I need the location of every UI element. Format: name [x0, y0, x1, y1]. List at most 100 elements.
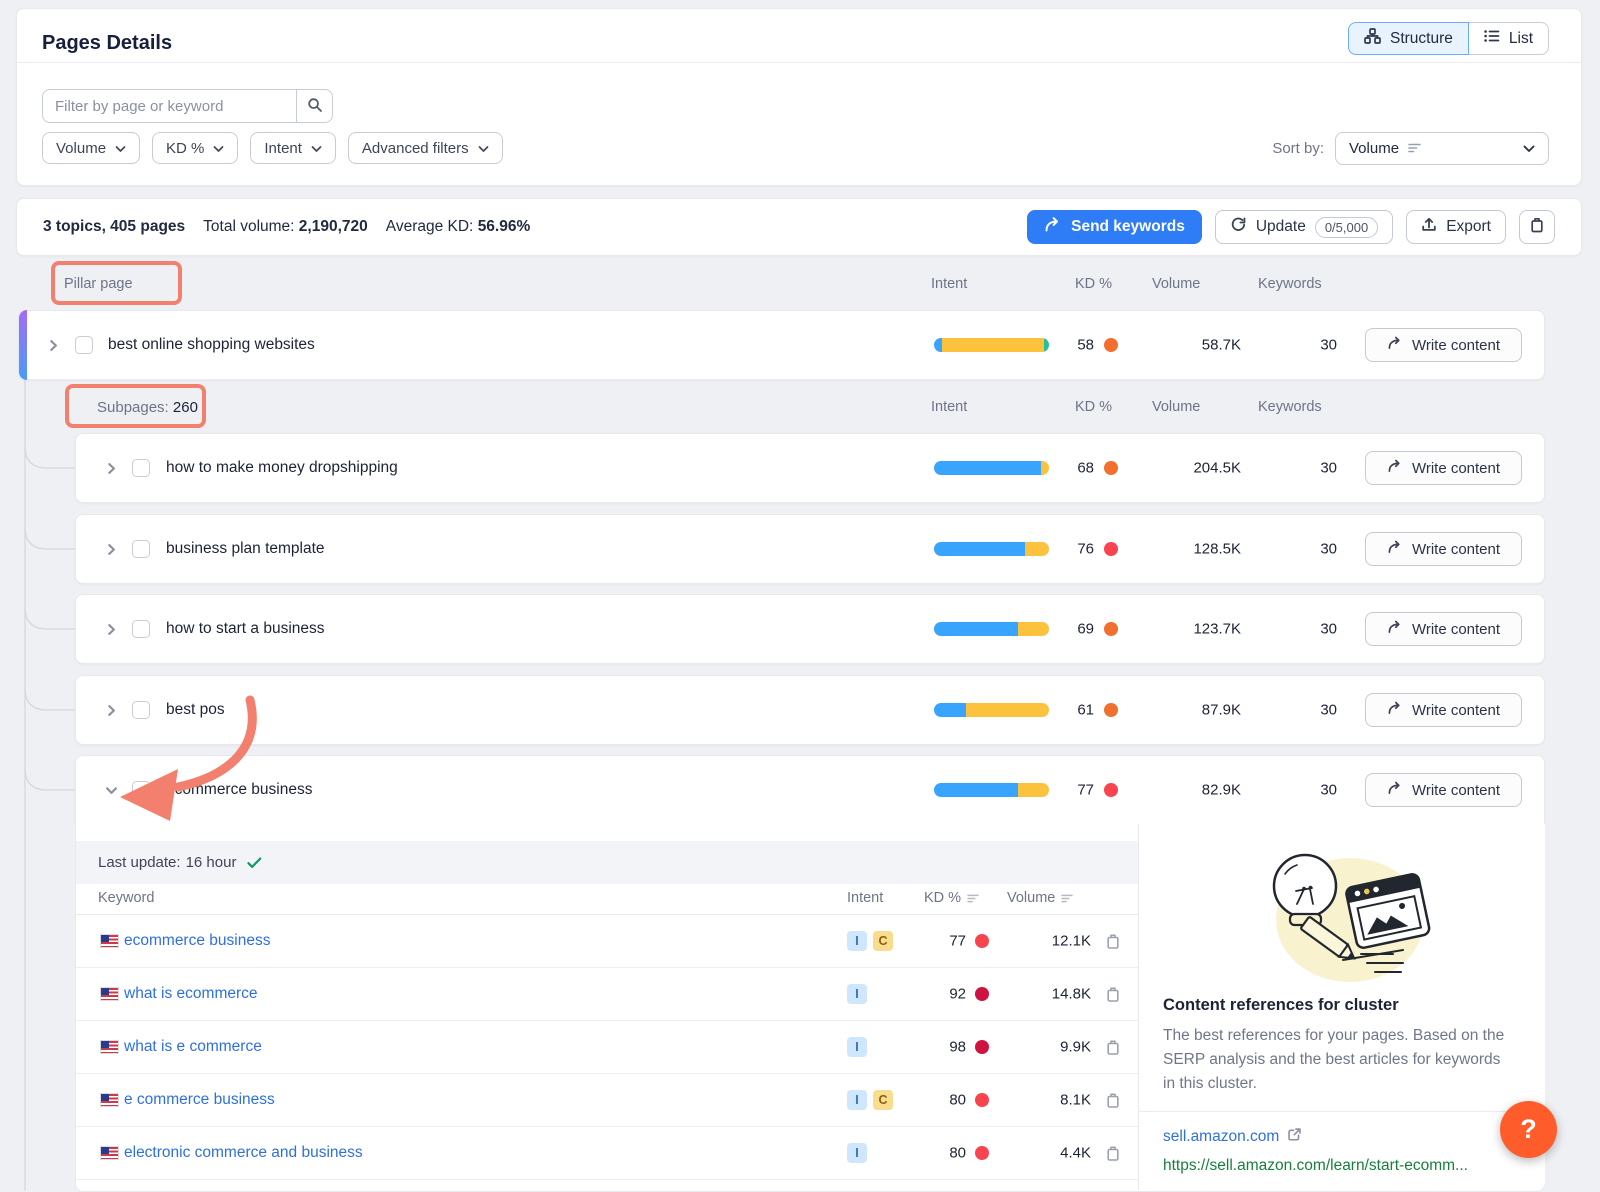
- divider: [1139, 1111, 1545, 1112]
- reference-domain-link[interactable]: sell.amazon.com: [1163, 1127, 1302, 1147]
- intent-column-header: Intent: [931, 276, 967, 292]
- last-update-bar: Last update: 16 hour: [76, 841, 1138, 884]
- keyword-link[interactable]: what is e commerce: [124, 1038, 262, 1056]
- content-references-illustration: [1233, 842, 1453, 987]
- keyword-row: what is e commerce I 98 9.9K: [76, 1021, 1138, 1074]
- search-button[interactable]: [296, 89, 333, 123]
- reference-url[interactable]: https://sell.amazon.com/learn/start-ecom…: [1163, 1157, 1535, 1175]
- keyword-row: e commerce business IC 80 8.1K: [76, 1074, 1138, 1127]
- keyword-link[interactable]: what is ecommerce: [124, 985, 258, 1003]
- update-button[interactable]: Update 0/5,000: [1215, 210, 1393, 244]
- chevron-right-icon[interactable]: [104, 703, 118, 717]
- keyword-link[interactable]: ecommerce business: [124, 932, 270, 950]
- kd-value: 69: [1022, 621, 1094, 638]
- summary-bar: 3 topics, 405 pages Total volume: 2,190,…: [16, 198, 1582, 256]
- view-toggle: Structure List: [1348, 22, 1549, 55]
- question-mark-icon: ?: [1520, 1114, 1537, 1145]
- kd-filter-dropdown[interactable]: KD %: [152, 132, 238, 164]
- check-icon: [247, 857, 262, 869]
- subpage-row-expanded[interactable]: ecommerce business 77 82.9K 30 Write con…: [75, 755, 1545, 825]
- chevron-right-icon[interactable]: [46, 338, 60, 352]
- keywords-count: 30: [1259, 541, 1337, 558]
- list-view-button[interactable]: List: [1468, 22, 1549, 55]
- structure-icon: [1364, 28, 1381, 49]
- volume-filter-dropdown[interactable]: Volume: [42, 132, 140, 164]
- pillar-page-row[interactable]: best online shopping websites 58 58.7K 3…: [18, 310, 1545, 380]
- chevron-down-icon: [213, 140, 224, 157]
- chevron-right-icon[interactable]: [104, 461, 118, 475]
- kd-dot: [1104, 542, 1118, 556]
- trash-icon[interactable]: [1105, 1039, 1121, 1056]
- us-flag-icon: [101, 935, 118, 947]
- kd-dot: [1104, 338, 1118, 352]
- write-content-button[interactable]: Write content: [1365, 612, 1522, 646]
- write-content-label: Write content: [1412, 460, 1500, 477]
- write-arrow-icon: [1387, 540, 1403, 558]
- intent-filter-dropdown[interactable]: Intent: [250, 132, 336, 164]
- keyword-row: electronic commerce and business I 80 4.…: [76, 1127, 1138, 1180]
- cluster-details-panel: Last update: 16 hour Keyword Intent KD %…: [75, 824, 1545, 1192]
- chevron-down-icon: [1523, 140, 1535, 157]
- write-content-button[interactable]: Write content: [1365, 451, 1522, 485]
- sort-by-select[interactable]: Volume: [1335, 132, 1549, 165]
- write-arrow-icon: [1387, 781, 1403, 799]
- row-checkbox[interactable]: [132, 620, 150, 638]
- chevron-right-icon[interactable]: [104, 542, 118, 556]
- structure-view-button[interactable]: Structure: [1348, 22, 1469, 55]
- us-flag-icon: [101, 988, 118, 1000]
- trash-icon[interactable]: [1105, 933, 1121, 950]
- sort-by: Sort by: Volume: [1272, 132, 1549, 165]
- write-arrow-icon: [1387, 620, 1403, 638]
- kd-value: 58: [1022, 337, 1094, 354]
- subpage-row[interactable]: business plan template 76 128.5K 30 Writ…: [75, 514, 1545, 584]
- pages-details-card: Pages Details Structure List Volume KD %…: [16, 8, 1582, 186]
- chevron-down-icon: [311, 140, 322, 157]
- kd-dot: [975, 987, 989, 1001]
- volume-value: 14.8K: [1011, 986, 1091, 1003]
- keyword-link[interactable]: electronic commerce and business: [124, 1144, 363, 1162]
- write-content-label: Write content: [1412, 541, 1500, 558]
- kd-sort-header[interactable]: KD %: [924, 890, 979, 906]
- chevron-right-icon[interactable]: [104, 622, 118, 636]
- send-arrow-icon: [1044, 217, 1061, 237]
- intent-badges: I: [847, 1143, 867, 1163]
- pillar-page-column-header: Pillar page: [64, 276, 133, 292]
- keyword-link[interactable]: e commerce business: [124, 1091, 275, 1109]
- volume-sort-header[interactable]: Volume: [1007, 890, 1073, 906]
- volume-column-header: Volume: [1152, 276, 1200, 292]
- row-checkbox[interactable]: [132, 459, 150, 477]
- write-content-button[interactable]: Write content: [1365, 693, 1522, 727]
- export-button[interactable]: Export: [1406, 210, 1506, 244]
- send-keywords-button[interactable]: Send keywords: [1027, 210, 1202, 244]
- trash-icon[interactable]: [1105, 986, 1121, 1003]
- kd-value: 98: [906, 1039, 966, 1056]
- kd-value: 61: [1022, 702, 1094, 719]
- row-checkbox[interactable]: [132, 781, 150, 799]
- kd-dot: [975, 1146, 989, 1160]
- divider: [17, 62, 1581, 63]
- subpage-title: how to make money dropshipping: [166, 459, 398, 477]
- delete-button[interactable]: [1519, 210, 1555, 244]
- intent-badges: IC: [847, 931, 893, 951]
- row-checkbox[interactable]: [132, 540, 150, 558]
- update-quota-badge: 0/5,000: [1315, 217, 1378, 238]
- row-checkbox[interactable]: [132, 701, 150, 719]
- advanced-filters-dropdown[interactable]: Advanced filters: [348, 132, 503, 164]
- search-input[interactable]: [42, 89, 296, 123]
- subpage-row[interactable]: how to make money dropshipping 68 204.5K…: [75, 433, 1545, 503]
- sort-desc-icon: [1408, 140, 1421, 157]
- kd-column-header: KD %: [1075, 276, 1112, 292]
- us-flag-icon: [101, 1147, 118, 1159]
- trash-icon[interactable]: [1105, 1145, 1121, 1162]
- reference-domain-label: sell.amazon.com: [1163, 1128, 1279, 1146]
- subpage-row[interactable]: how to start a business 69 123.7K 30 Wri…: [75, 594, 1545, 664]
- write-content-button[interactable]: Write content: [1365, 773, 1522, 807]
- chevron-down-icon[interactable]: [104, 783, 118, 797]
- subpage-row[interactable]: best pos 61 87.9K 30 Write content: [75, 675, 1545, 745]
- write-content-button[interactable]: Write content: [1365, 532, 1522, 566]
- row-checkbox[interactable]: [75, 336, 93, 354]
- trash-icon[interactable]: [1105, 1092, 1121, 1109]
- write-content-button[interactable]: Write content: [1365, 328, 1522, 362]
- references-title: Content references for cluster: [1163, 996, 1399, 1015]
- help-button[interactable]: ?: [1500, 1101, 1557, 1158]
